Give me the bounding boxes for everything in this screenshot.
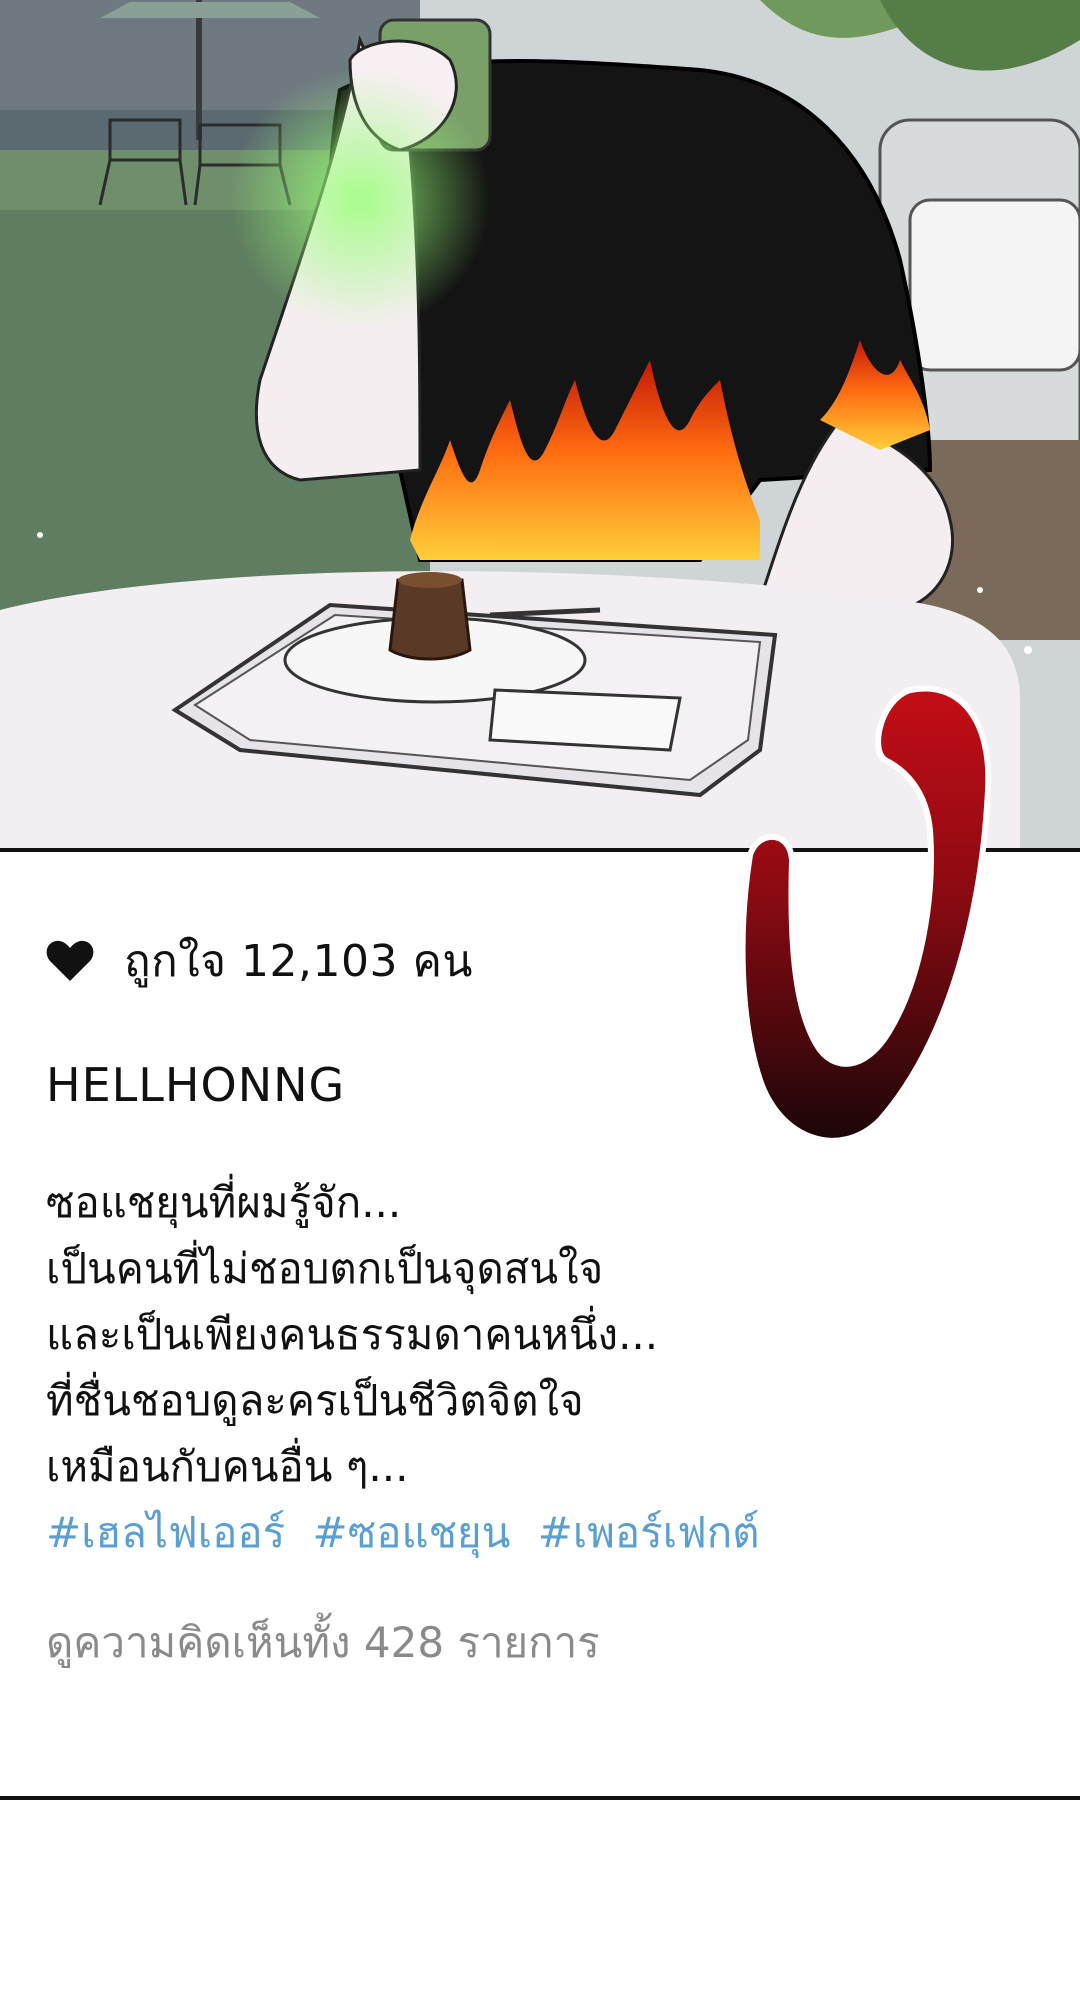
heart-icon[interactable] (46, 939, 94, 983)
likes-row: ถูกใจ 12,103 คน (46, 926, 473, 996)
view-comments-link[interactable]: ดูความคิดเห็นทั้ง 428 รายการ (46, 1610, 600, 1676)
hashtag-link[interactable]: #เพอร์เฟกต์ (538, 1508, 760, 1557)
caption-line: เหมือนกับคนอื่น ๆ... (46, 1442, 409, 1491)
caption-line: เป็นคนที่ไม่ชอบตกเป็นจุดสนใจ (46, 1244, 604, 1293)
post-username[interactable]: HELLHONNG (46, 1058, 345, 1112)
hashtag-link[interactable]: #ซอแชยุน (313, 1508, 511, 1557)
hashtag-list: #เฮลไฟเออร์ #ซอแชยุน #เพอร์เฟกต์ (46, 1500, 774, 1566)
red-letter-glyph (739, 685, 992, 1144)
caption-line: ซอแชยุนที่ผมรู้จัก... (46, 1178, 402, 1227)
caption-line: และเป็นเพียงคนธรรมดาคนหนึ่ง... (46, 1310, 659, 1359)
caption-line: ที่ชื่นชอบดูละครเป็นชีวิตจิตใจ (46, 1376, 584, 1425)
hashtag-link[interactable]: #เฮลไฟเออร์ (46, 1508, 285, 1557)
likes-count[interactable]: ถูกใจ 12,103 คน (124, 926, 473, 996)
post-caption: ซอแชยุนที่ผมรู้จัก... เป็นคนที่ไม่ชอบตกเ… (46, 1170, 766, 1500)
post-bottom-border (0, 1796, 1080, 1800)
